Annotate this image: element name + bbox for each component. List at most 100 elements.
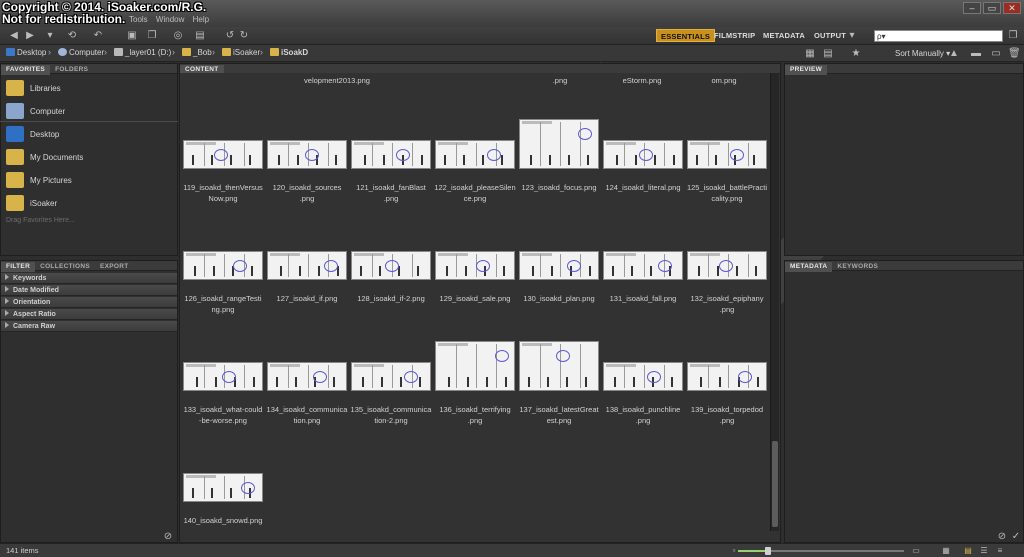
thumbnail-item[interactable]: 132_isoakd_epiphany .png (687, 251, 767, 315)
thumbnail-image[interactable] (183, 251, 263, 280)
breadcrumb-separator[interactable]: › (172, 47, 175, 57)
tab-favorites[interactable]: FAVORITES (1, 65, 51, 75)
open-recent-folder-icon[interactable]: ▬ (970, 48, 982, 60)
filter-camera-raw[interactable]: Camera Raw (1, 321, 177, 332)
refine-icon[interactable]: ❐ (146, 30, 158, 42)
menu-help[interactable]: Help (193, 15, 209, 24)
thumbnail-image[interactable] (519, 341, 599, 391)
scrollbar-thumb[interactable] (772, 441, 778, 527)
minimize-button[interactable]: – (963, 2, 981, 14)
maximize-button[interactable]: ▭ (983, 2, 1001, 14)
thumbnail-image[interactable] (351, 362, 431, 391)
view-options-icon[interactable]: ▤ (822, 48, 834, 60)
thumbnail-item[interactable]: 124_isoakd_literal.png (603, 140, 683, 193)
thumbnail-item[interactable]: 129_isoakd_sale.png (435, 251, 515, 304)
filter-date-modified[interactable]: Date Modified (1, 285, 177, 296)
thumbnail-item[interactable]: 122_isoakd_pleaseSilen ce.png (434, 140, 516, 204)
content-scrollbar[interactable] (770, 73, 779, 531)
filter-aspect-ratio[interactable]: Aspect Ratio (1, 309, 177, 320)
back-icon[interactable]: ◀ (8, 30, 20, 42)
thumbnail-item[interactable]: 119_isoakd_thenVersus Now.png (183, 140, 263, 204)
breadcrumb-separator[interactable]: › (104, 47, 107, 57)
rotate-right-icon[interactable]: ↻ (238, 30, 250, 42)
delete-icon[interactable]: 🗑 (1008, 48, 1021, 60)
grid-lock-icon[interactable]: ▦ (940, 545, 952, 557)
close-button[interactable]: ✕ (1003, 2, 1021, 14)
tab-filter[interactable]: FILTER (1, 262, 36, 272)
favorite-my-documents[interactable]: My Documents (6, 146, 83, 168)
thumbnail-item[interactable]: 135_isoakd_communica tion-2.png (351, 362, 431, 426)
review-mode-icon[interactable]: ◎ (172, 30, 184, 42)
search-input[interactable]: ρ▾ (874, 30, 1003, 42)
filter-keywords[interactable]: Keywords (1, 273, 177, 284)
breadcrumb-drive[interactable]: _layer01 (D:) (114, 48, 171, 57)
thumbnail-item[interactable]: 123_isoakd_focus.png (519, 119, 599, 193)
camera-icon[interactable]: ▣ (126, 30, 138, 42)
thumbnail-item[interactable]: 131_isoakd_fall.png (603, 251, 683, 304)
compact-mode-icon[interactable]: ❐ (1007, 30, 1019, 42)
favorite-isoaker[interactable]: iSoaker (6, 192, 57, 214)
view-details-icon[interactable]: ☰ (978, 545, 990, 557)
sort-dropdown[interactable]: Sort Manually ▾ (895, 49, 950, 58)
thumbnail-item[interactable]: 139_isoakd_torpedod .png (687, 362, 767, 426)
chevron-down-icon[interactable]: ▾ (44, 30, 56, 42)
thumbnail-item[interactable]: 133_isoakd_what-could -be-worse.png (183, 362, 263, 426)
thumbnail-image[interactable] (519, 119, 599, 169)
clear-filter-icon[interactable]: ⊘ (162, 531, 174, 543)
thumbnail-item[interactable]: 121_isoakd_fanBlast .png (351, 140, 431, 204)
view-list-icon[interactable]: ≡ (994, 545, 1006, 557)
boomerang-icon[interactable]: ↶ (92, 30, 104, 42)
thumbnail-item[interactable]: 136_isoakd_terrifying .png (435, 341, 515, 426)
thumbnail-image[interactable] (183, 362, 263, 391)
tab-collections[interactable]: COLLECTIONS (35, 262, 95, 272)
tab-preview[interactable]: PREVIEW (785, 65, 828, 75)
thumbnail-image[interactable] (435, 251, 515, 280)
thumbnail-image[interactable] (603, 362, 683, 391)
tab-keywords[interactable]: KEYWORDS (832, 262, 883, 272)
thumbnail-image[interactable] (267, 362, 347, 391)
breadcrumb-isoaker[interactable]: iSoaker (222, 48, 260, 57)
thumbnail-image[interactable] (687, 362, 767, 391)
tab-metadata[interactable]: METADATA (785, 262, 833, 272)
thumbnail-image[interactable] (183, 140, 263, 169)
thumbnail-image[interactable] (435, 140, 515, 169)
thumbnail-item[interactable]: 126_isoakd_rangeTesti ng.png (183, 251, 263, 315)
thumbnail-item[interactable]: 140_isoakd_snowd.png (183, 473, 263, 526)
apply-check-icon[interactable]: ✓ (1010, 531, 1022, 543)
thumbnail-image[interactable] (351, 251, 431, 280)
filter-orientation[interactable]: Orientation (1, 297, 177, 308)
menu-tools[interactable]: Tools (129, 15, 148, 24)
breadcrumb-separator[interactable]: › (48, 47, 51, 57)
thumbnail-item[interactable]: 138_isoakd_punchline .png (603, 362, 683, 426)
view-grid-icon[interactable]: ▦ (804, 48, 816, 60)
star-rating-filter-icon[interactable]: ★ (850, 48, 862, 60)
breadcrumb-separator[interactable]: › (260, 47, 263, 57)
thumbnail-item[interactable]: 137_isoakd_latestGreat est.png (519, 341, 599, 426)
favorite-computer[interactable]: Computer (6, 100, 65, 122)
breadcrumb-desktop[interactable]: Desktop (6, 48, 46, 57)
sort-ascending-icon[interactable]: ▲ (948, 48, 960, 60)
thumbnail-image[interactable] (351, 140, 431, 169)
thumbnail-image[interactable] (519, 251, 599, 280)
workspace-menu-icon[interactable]: ▾ (846, 30, 858, 42)
view-thumbnails-icon[interactable]: ▤ (962, 545, 974, 557)
thumbnail-image[interactable] (267, 251, 347, 280)
breadcrumb-bob[interactable]: _Bob (182, 48, 212, 57)
new-folder-icon[interactable]: ▭ (990, 48, 1002, 60)
workspace-metadata[interactable]: METADATA (759, 29, 809, 42)
breadcrumb-isoakd[interactable]: iSoakD (270, 48, 308, 57)
tab-export[interactable]: EXPORT (95, 262, 134, 272)
forward-icon[interactable]: ▶ (24, 30, 36, 42)
thumbnail-image[interactable] (267, 140, 347, 169)
favorite-libraries[interactable]: Libraries (6, 77, 61, 99)
favorite-my-pictures[interactable]: My Pictures (6, 169, 72, 191)
thumbnail-item[interactable]: 125_isoakd_battlePracti cality.png (687, 140, 767, 204)
workspace-essentials[interactable]: ESSENTIALS (656, 29, 716, 42)
breadcrumb-computer[interactable]: Computer (58, 48, 104, 57)
recent-files-icon[interactable]: ⟲ (66, 30, 78, 42)
thumbnail-item[interactable]: 130_isoakd_plan.png (519, 251, 599, 304)
tab-folders[interactable]: FOLDERS (50, 65, 93, 75)
thumbnail-item[interactable]: 120_isoakd_sources .png (267, 140, 347, 204)
open-in-icon[interactable]: ▤ (194, 30, 206, 42)
thumbnail-image[interactable] (687, 251, 767, 280)
